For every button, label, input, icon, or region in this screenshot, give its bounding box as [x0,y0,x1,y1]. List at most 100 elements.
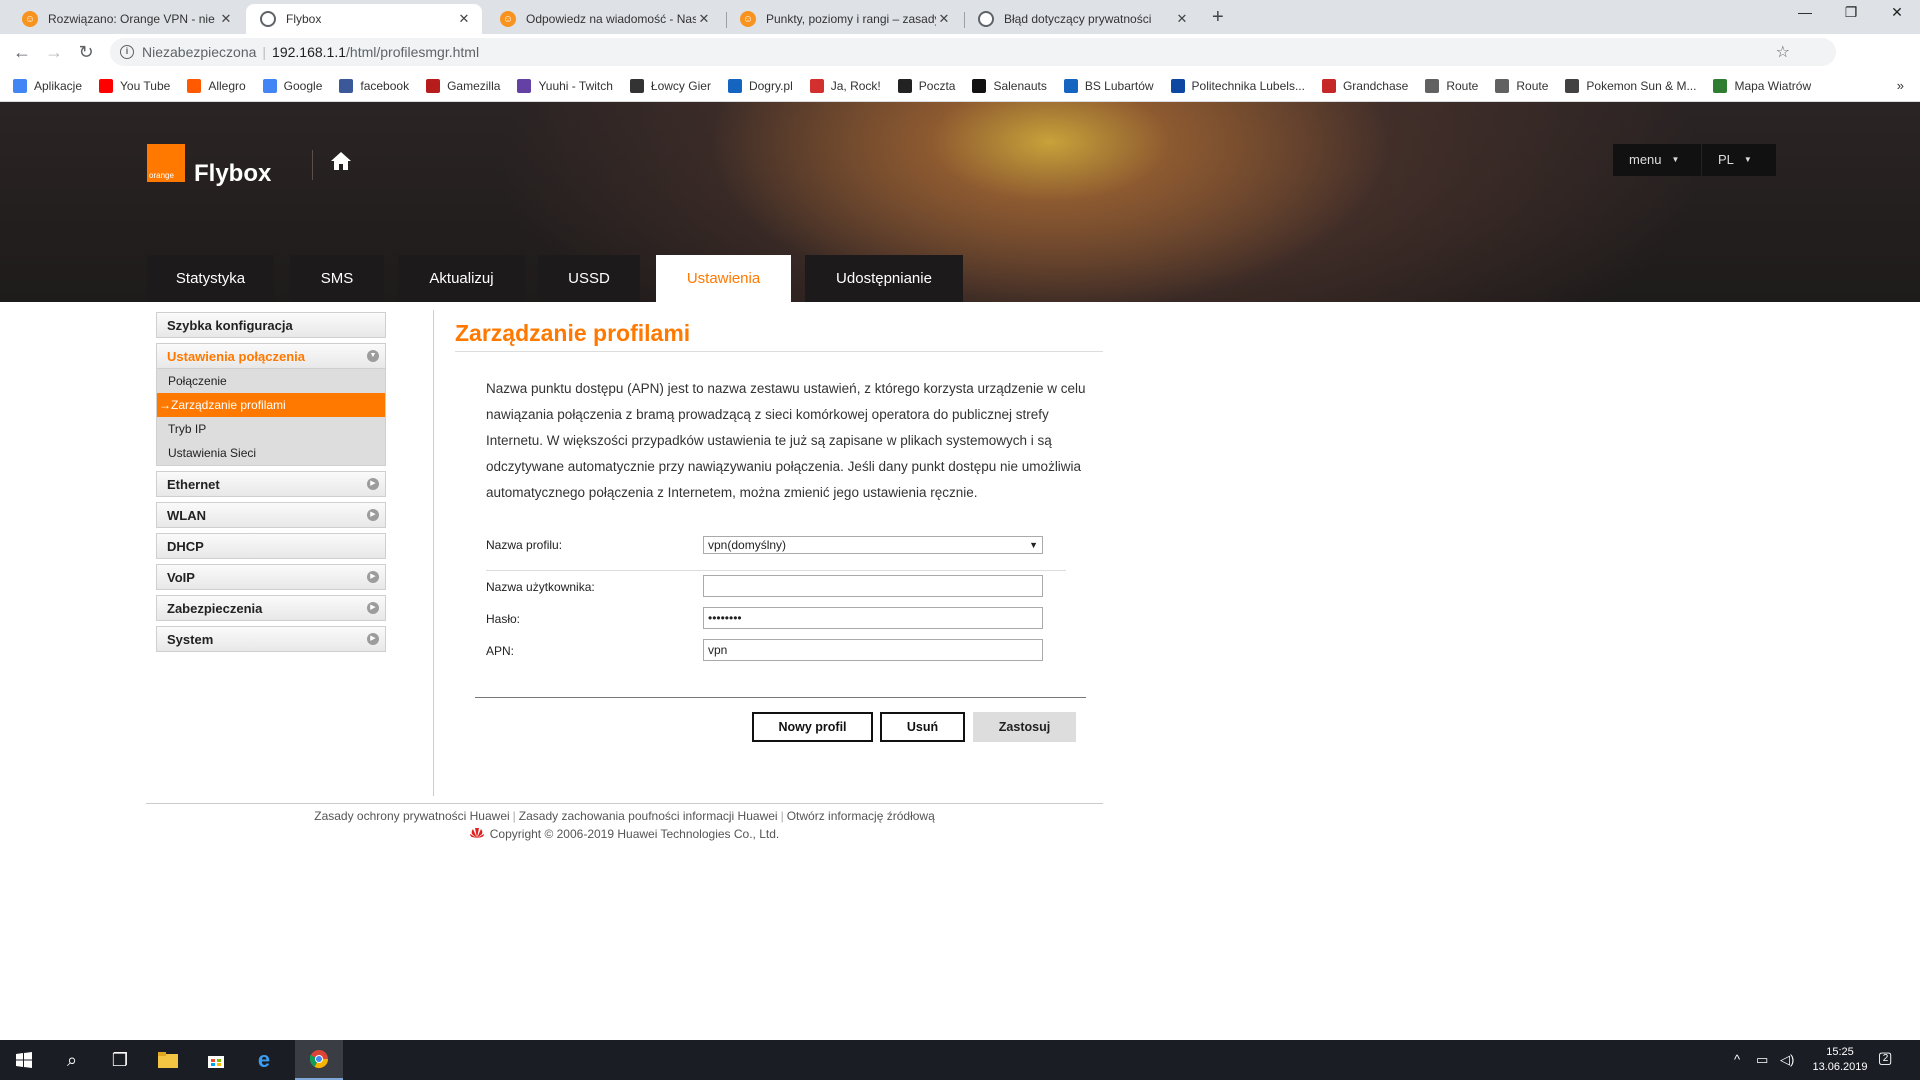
tab-udostepnianie[interactable]: Udostępnianie [805,255,963,302]
bookmarks-overflow-icon[interactable]: » [1897,78,1904,93]
sidebar-item-voip[interactable]: VoIP ▶ [156,564,386,590]
bookmark-item[interactable]: Ja, Rock! [809,78,881,93]
bookmark-item[interactable]: Allegro [187,78,246,93]
sidebar-item-security[interactable]: Zabezpieczenia ▶ [156,595,386,621]
bookmark-item[interactable]: Łowcy Gier [629,78,711,93]
bookmark-item[interactable]: Dogry.pl [727,78,793,93]
bookmark-item[interactable]: Pokemon Sun & M... [1565,78,1696,93]
security-label: Niezabezpieczona [142,44,257,60]
home-icon[interactable] [330,150,352,172]
menu-dropdown[interactable]: menu ▼ [1613,144,1701,176]
apply-button[interactable]: Zastosuj [973,712,1076,742]
task-view-icon[interactable]: ❐ [96,1040,144,1080]
sidebar-item-connection-settings[interactable]: Ustawienia połączenia ▼ [156,343,386,369]
back-icon[interactable]: ← [10,42,34,63]
sidebar-subitem-profile-management[interactable]: →Zarządzanie profilami [157,393,385,417]
volume-icon[interactable]: ◁) [1780,1052,1794,1068]
close-icon[interactable]: ✕ [696,11,712,27]
tab-ustawienia[interactable]: Ustawienia [656,255,791,302]
address-bar[interactable]: i Niezabezpieczona | 192.168.1.1 /html/p… [110,38,1836,66]
taskbar-clock[interactable]: 15:25 13.06.2019 [1808,1045,1872,1075]
bookmark-favicon-icon [426,78,441,93]
tab-ussd[interactable]: USSD [538,255,640,302]
new-tab-icon[interactable]: + [1212,6,1224,29]
open-source-link[interactable]: Otwórz informację źródłową [787,809,935,823]
sidebar-subitem-network-settings[interactable]: Ustawienia Sieci [157,441,385,465]
store-icon[interactable] [192,1040,240,1080]
bookmark-item[interactable]: Google [262,78,322,93]
edge-icon[interactable]: e [240,1040,288,1080]
profile-select[interactable]: vpn(domyślny) ▼ [703,536,1043,554]
bookmark-item[interactable]: Gamezilla [426,78,500,93]
bookmark-item[interactable]: facebook [339,78,409,93]
privacy-policy-link[interactable]: Zasady ochrony prywatności Huawei [314,809,509,823]
bookmark-item[interactable]: Grandchase [1321,78,1408,93]
close-icon[interactable]: ✕ [218,11,234,27]
language-dropdown[interactable]: PL ▼ [1702,144,1776,176]
form-divider [486,570,1066,571]
url-host: 192.168.1.1 [272,44,347,60]
restore-icon[interactable]: ❐ [1828,4,1874,21]
bookmark-star-icon[interactable]: ☆ [1776,42,1790,62]
sidebar-subitem-ip-mode[interactable]: Tryb IP [157,417,385,441]
username-field[interactable] [703,575,1043,597]
menu-label: menu [1629,152,1662,167]
bookmark-item[interactable]: Poczta [897,78,955,93]
browser-tabstrip: ☺ Rozwiązano: Orange VPN - nie dz ✕ Flyb… [0,0,1920,34]
browser-tab[interactable]: ☺ Punkty, poziomy i rangi – zasady ✕ [726,4,962,34]
forward-icon[interactable]: → [42,42,66,63]
search-icon[interactable]: ⌕ [48,1040,96,1080]
bookmark-label: Route [1446,78,1479,93]
router-page: orange Flybox menu ▼ PL ▼ Statystyka SMS A… [0,102,1920,1040]
bookmark-item[interactable]: Salenauts [972,78,1047,93]
browser-tab-active[interactable]: Flybox ✕ [246,4,482,34]
bookmark-favicon-icon [1425,78,1440,93]
bookmark-item[interactable]: Politechnika Lubels... [1170,78,1305,93]
browser-tab[interactable]: ☺ Odpowiedz na wiadomość - Nas ✕ [486,4,722,34]
orange-community-icon: ☺ [740,11,756,27]
bookmark-label: You Tube [120,78,171,93]
bookmark-item[interactable]: Aplikacje [13,78,82,93]
file-explorer-icon[interactable] [144,1040,192,1080]
sidebar-item-dhcp[interactable]: DHCP [156,533,386,559]
minimize-icon[interactable]: — [1782,4,1828,20]
confidentiality-link[interactable]: Zasady zachowania poufności informacji H… [519,809,778,823]
close-icon[interactable]: ✕ [1174,11,1190,27]
close-icon[interactable]: ✕ [456,11,472,27]
windows-start-icon[interactable] [0,1040,48,1080]
close-icon[interactable]: ✕ [936,11,952,27]
sidebar-item-system[interactable]: System ▶ [156,626,386,652]
sidebar-item-ethernet[interactable]: Ethernet ▶ [156,471,386,497]
bookmark-favicon-icon [1170,78,1185,93]
network-icon[interactable]: ▭ [1756,1052,1768,1068]
browser-tab[interactable]: ☺ Rozwiązano: Orange VPN - nie dz ✕ [8,4,244,34]
bookmark-item[interactable]: Yuuhi - Twitch [517,78,613,93]
caret-down-icon: ▼ [1743,155,1752,164]
info-icon[interactable]: i [120,45,134,59]
apn-field[interactable]: vpn [703,639,1043,661]
tab-sms[interactable]: SMS [290,255,384,302]
sidebar-item-wlan[interactable]: WLAN ▶ [156,502,386,528]
tab-title: Odpowiedz na wiadomość - Nas [526,12,696,26]
browser-tab[interactable]: Błąd dotyczący prywatności ✕ [964,4,1200,34]
notifications-icon[interactable]: ▢2 [1876,1048,1900,1072]
bookmark-item[interactable]: You Tube [99,78,171,93]
delete-button[interactable]: Usuń [880,712,965,742]
password-field[interactable]: •••••••• [703,607,1043,629]
sidebar-item-label: System [167,631,214,647]
sidebar-item-quick-config[interactable]: Szybka konfiguracja [156,312,386,338]
bookmark-item[interactable]: Mapa Wiatrów [1713,78,1811,93]
tray-expand-icon[interactable]: ^ [1734,1052,1740,1067]
bookmark-item[interactable]: Route [1425,78,1479,93]
expand-icon: ▶ [367,633,379,645]
tab-statystyka[interactable]: Statystyka [147,255,274,302]
close-window-icon[interactable]: ✕ [1874,4,1920,21]
bookmark-favicon-icon [339,78,354,93]
sidebar-subitem-connection[interactable]: Połączenie [157,369,385,393]
reload-icon[interactable]: ↻ [74,42,98,63]
bookmark-item[interactable]: BS Lubartów [1063,78,1154,93]
new-profile-button[interactable]: Nowy profil [752,712,873,742]
chrome-icon[interactable] [295,1040,343,1080]
bookmark-item[interactable]: Route [1495,78,1548,93]
tab-aktualizuj[interactable]: Aktualizuj [398,255,525,302]
